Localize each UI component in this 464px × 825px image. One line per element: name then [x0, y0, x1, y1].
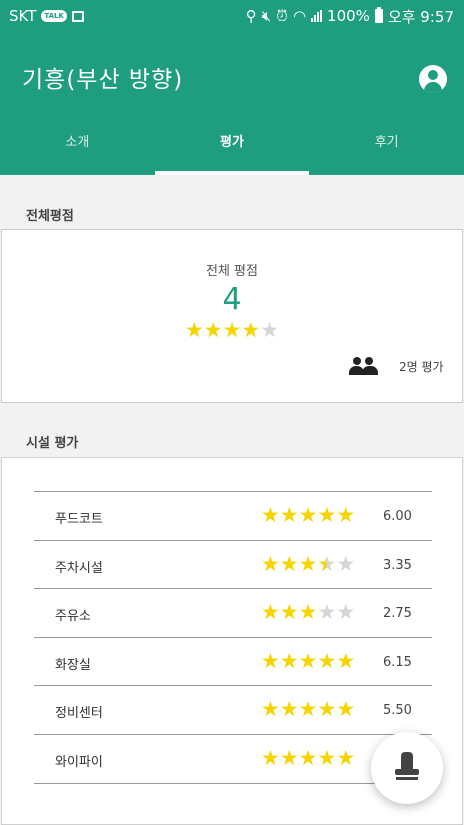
status-bar: SKT TALK ⚲ 🔇︎ ⏰︎ ◠ 100% 오후 9:57 — [0, 0, 464, 32]
facility-star-rating: ★★★★★ — [261, 503, 355, 527]
facility-star-rating: ★★★★★ — [261, 697, 355, 721]
star-filled-icon: ★ — [279, 648, 299, 673]
star-filled-icon: ★ — [298, 503, 318, 527]
tab-intro[interactable]: 소개 — [0, 128, 155, 175]
star-filled-icon: ★ — [317, 697, 337, 722]
star-filled-icon: ★ — [241, 318, 261, 342]
facility-star-rating: ★★★★★ — [261, 552, 355, 576]
image-notification-icon — [71, 10, 84, 22]
star-filled-icon: ★ — [261, 745, 280, 770]
stamp-fab-button[interactable] — [371, 732, 443, 804]
mute-icon: 🔇︎ — [261, 7, 272, 25]
talk-notification-icon: TALK — [41, 10, 67, 22]
star-filled-icon: ★ — [279, 745, 299, 770]
overall-rating-title: 전체 평점 — [206, 264, 258, 279]
facility-name: 화장실 — [55, 657, 91, 673]
location-icon: ⚲ — [245, 7, 257, 25]
star-filled-icon: ★ — [317, 503, 337, 527]
facility-star-rating: ★★★★★ — [261, 649, 355, 673]
star-filled-icon: ★ — [298, 697, 318, 722]
star-filled-icon: ★ — [261, 600, 280, 625]
star-filled-icon: ★ — [336, 648, 356, 673]
star-filled-icon: ★ — [261, 697, 280, 722]
facility-name: 주유소 — [55, 609, 91, 625]
facility-row: 화장실 ★★★★★ 6.15 — [34, 638, 432, 687]
star-filled-icon: ★ — [279, 697, 299, 722]
star-filled-icon: ★ — [261, 551, 280, 576]
overall-star-rating: ★★★★★ — [2, 318, 462, 342]
star-filled-icon: ★ — [317, 648, 337, 673]
facility-score: 6.00 — [383, 509, 412, 524]
star-filled-icon: ★ — [317, 745, 337, 770]
people-icon — [349, 356, 379, 376]
tab-reviews[interactable]: 후기 — [309, 128, 464, 175]
star-filled-icon: ★ — [279, 600, 299, 625]
star-filled-icon: ★ — [222, 318, 242, 342]
facility-name: 정비센터 — [55, 706, 103, 722]
star-filled-icon: ★ — [298, 600, 318, 625]
app-bar: 기흥(부산 방향) 소개 평가 후기 — [0, 32, 464, 175]
facility-name: 푸드코트 — [55, 512, 103, 527]
facility-section-label: 시설 평가 — [26, 436, 79, 451]
star-filled-icon: ★ — [336, 745, 356, 770]
facility-row: 정비센터 ★★★★★ 5.50 — [34, 686, 432, 735]
star-empty-icon: ★ — [260, 318, 280, 342]
overall-section-label: 전체평점 — [26, 209, 74, 224]
star-filled-icon: ★ — [336, 503, 356, 527]
facility-score: 2.75 — [383, 606, 412, 622]
star-empty-icon: ★ — [336, 600, 356, 625]
star-filled-icon: ★ — [279, 551, 299, 576]
star-filled-icon: ★ — [279, 503, 299, 527]
overall-rating-card: 전체 평점 4 ★★★★★ 2명 평가 — [1, 229, 463, 403]
star-filled-icon: ★ — [261, 503, 280, 527]
tab-bar: 소개 평가 후기 — [0, 128, 464, 175]
star-filled-icon: ★ — [184, 318, 204, 342]
facility-score: 3.35 — [383, 557, 412, 573]
star-empty-icon: ★ — [317, 600, 337, 625]
star-filled-icon: ★ — [298, 551, 318, 576]
facility-rating-list: 푸드코트 ★★★★★ 6.00 주차시설 ★★★★★ 3.35 주유소 ★★★★★ 2.75 화장… — [34, 491, 432, 784]
facility-star-rating: ★★★★★ — [261, 746, 355, 770]
reviewer-count: 2명 평가 — [399, 360, 444, 374]
facility-row: 푸드코트 ★★★★★ 6.00 — [34, 492, 432, 541]
signal-icon — [311, 10, 323, 22]
battery-percent: 100% — [327, 7, 370, 25]
star-filled-icon: ★ — [298, 745, 318, 770]
clock: 오후 9:57 — [387, 7, 454, 26]
overall-score: 4 — [222, 282, 242, 317]
alarm-icon: ⏰︎ — [276, 7, 288, 25]
star-empty-icon: ★ — [336, 551, 356, 576]
facility-name: 주차시설 — [55, 560, 103, 576]
facility-name: 와이파이 — [55, 754, 103, 770]
facility-score: 5.50 — [383, 703, 412, 719]
facility-star-rating: ★★★★★ — [261, 600, 355, 624]
star-filled-icon: ★ — [203, 318, 223, 342]
facility-row: 주차시설 ★★★★★ 3.35 — [34, 541, 432, 590]
facility-row: 주유소 ★★★★★ 2.75 — [34, 589, 432, 638]
star-filled-icon: ★ — [336, 697, 356, 722]
wifi-icon: ◠ — [292, 7, 307, 25]
carrier-label: SKT — [9, 7, 37, 25]
star-filled-icon: ★ — [298, 648, 318, 673]
page-title: 기흥(부산 방향) — [22, 67, 184, 93]
tab-rating[interactable]: 평가 — [154, 128, 310, 175]
account-circle-icon[interactable] — [419, 65, 447, 93]
battery-icon — [374, 7, 383, 23]
star-half-icon: ★ — [317, 551, 337, 576]
facility-score: 6.15 — [383, 654, 412, 670]
star-filled-icon: ★ — [261, 648, 280, 673]
